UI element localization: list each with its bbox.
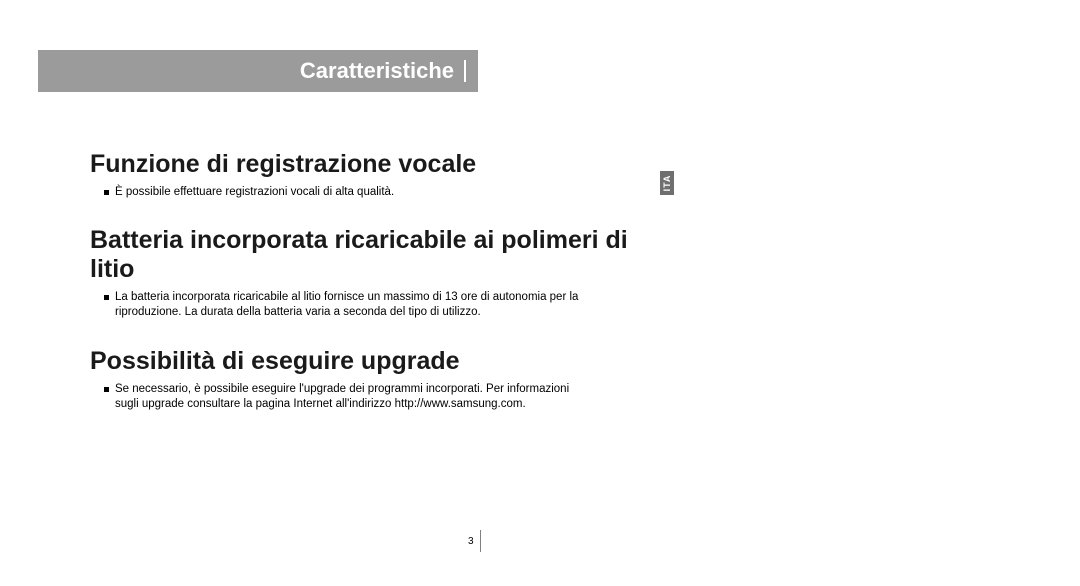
bullet-text: Se necessario, è possibile eseguire l'up…	[115, 382, 585, 413]
section-upgrade: Possibilità di eseguire upgrade Se neces…	[90, 347, 650, 413]
page-divider-icon	[480, 530, 481, 552]
section-title: Batteria incorporata ricaricabile ai pol…	[90, 226, 650, 284]
bullet-icon	[104, 295, 109, 300]
header-divider-icon	[464, 60, 466, 82]
content-area: Funzione di registrazione vocale È possi…	[90, 150, 650, 439]
bullet-text: È possibile effettuare registrazioni voc…	[115, 185, 394, 201]
bullet-item: La batteria incorporata ricaricabile al …	[90, 290, 650, 321]
section-voice-recording: Funzione di registrazione vocale È possi…	[90, 150, 650, 200]
page-number: 3	[468, 536, 474, 547]
bullet-item: È possibile effettuare registrazioni voc…	[90, 185, 650, 201]
section-title: Possibilità di eseguire upgrade	[90, 347, 650, 376]
header-bar: Caratteristiche	[38, 50, 478, 92]
section-battery: Batteria incorporata ricaricabile ai pol…	[90, 226, 650, 321]
bullet-icon	[104, 387, 109, 392]
header-title: Caratteristiche	[300, 58, 454, 84]
bullet-text: La batteria incorporata ricaricabile al …	[115, 290, 585, 321]
section-title: Funzione di registrazione vocale	[90, 150, 650, 179]
page-root: Caratteristiche ITA Funzione di registra…	[0, 0, 1080, 586]
bullet-icon	[104, 190, 109, 195]
language-tab: ITA	[660, 171, 674, 195]
page-number-area: 3	[468, 530, 481, 552]
bullet-item: Se necessario, è possibile eseguire l'up…	[90, 382, 650, 413]
